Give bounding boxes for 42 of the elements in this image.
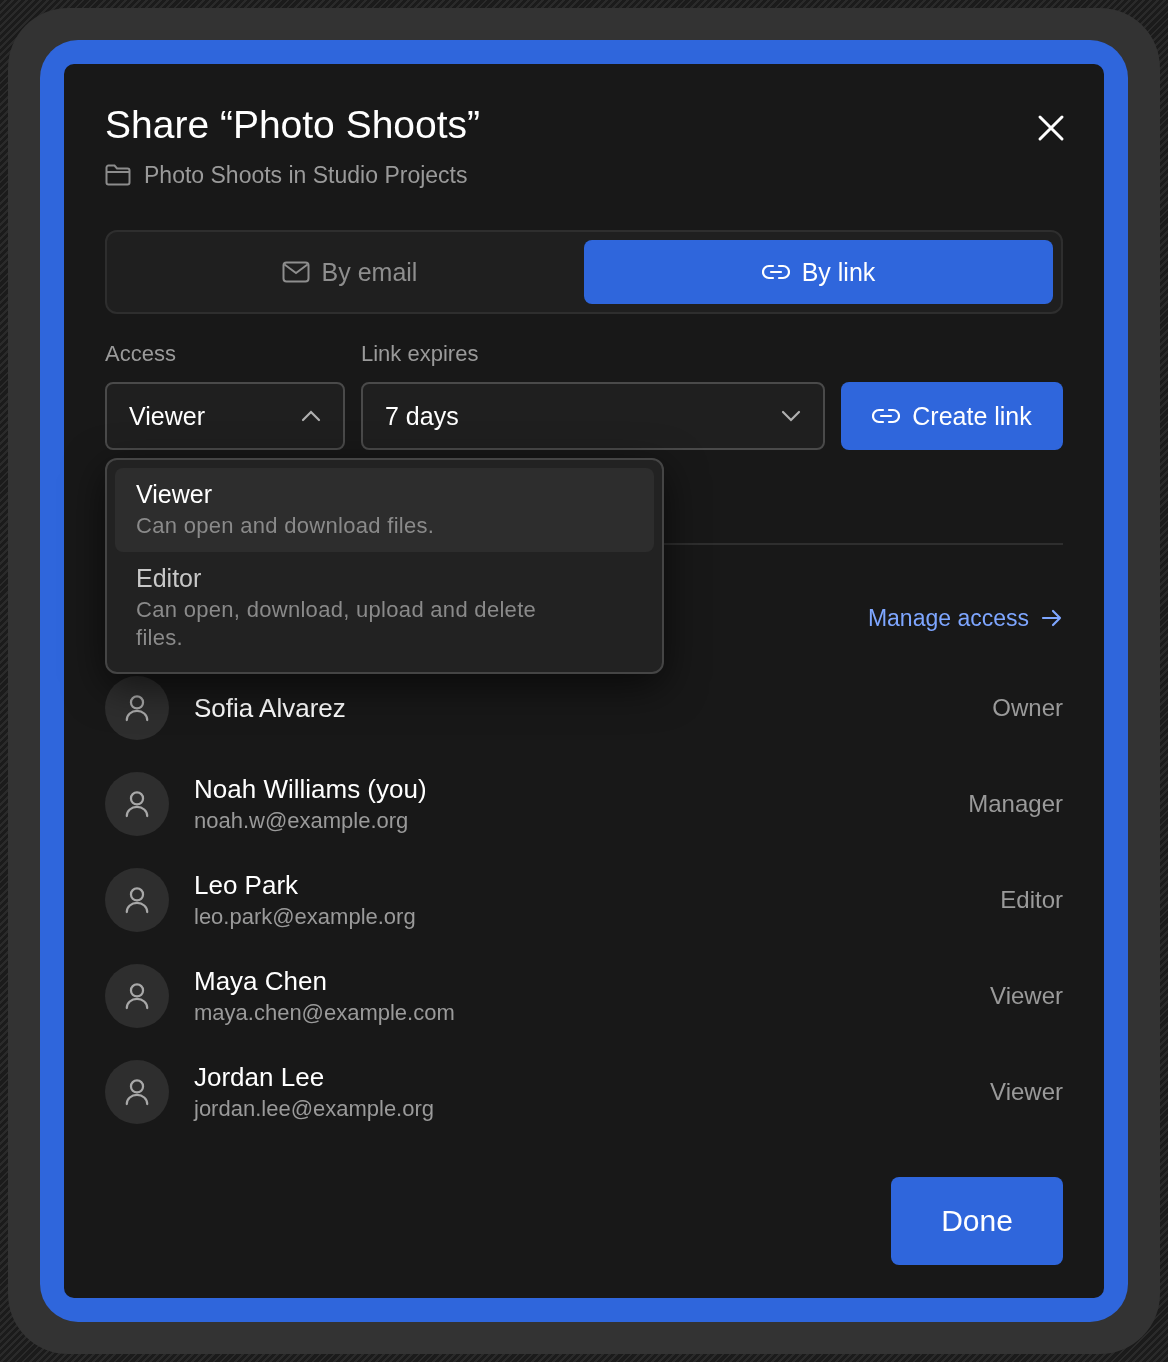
create-link-button[interactable]: Create link: [841, 382, 1063, 450]
folder-location: Photo Shoots in Studio Projects: [144, 161, 468, 190]
share-tab[interactable]: By email: [115, 240, 584, 304]
share-tab[interactable]: By link: [584, 240, 1053, 304]
done-button[interactable]: Done: [891, 1177, 1063, 1265]
mail-icon: [281, 261, 310, 283]
option-description: Can open and download files.: [136, 512, 436, 540]
person-icon: [124, 982, 150, 1010]
person-role: Manager: [968, 790, 1063, 818]
option-description: Can open, download, upload and delete files.: [136, 596, 538, 652]
person-name: Sofia Alvarez: [194, 692, 347, 725]
person-icon: [124, 886, 150, 914]
link-icon: [761, 264, 790, 280]
manage-access-link[interactable]: Manage access: [867, 603, 1063, 633]
close-icon[interactable]: [1037, 114, 1065, 142]
person-role: Owner: [992, 694, 1063, 722]
person-icon: [124, 790, 150, 818]
person-role: Editor: [1000, 886, 1063, 914]
person-role: Viewer: [990, 1078, 1063, 1106]
folder-icon: [105, 164, 131, 186]
person-email: maya.chen@example.com: [194, 999, 456, 1027]
field-label: Access: [105, 340, 177, 368]
dialog-title: Share “Photo Shoots”: [105, 102, 481, 148]
arrow-icon: [1041, 609, 1063, 627]
person-email: leo.park@example.org: [194, 903, 417, 931]
person-name: Maya Chen: [194, 965, 328, 998]
option-title: Viewer: [136, 479, 213, 510]
person-email: jordan.lee@example.org: [194, 1095, 436, 1123]
expiry-select[interactable]: 7 days: [361, 382, 825, 450]
menu-option[interactable]: Editor Can open, download, upload and delete files.: [115, 552, 654, 664]
menu-option[interactable]: Viewer Can open and download files.: [115, 468, 654, 552]
field-label: Link expires: [361, 340, 480, 368]
option-title: Editor: [136, 563, 203, 594]
person-role: Viewer: [990, 982, 1063, 1010]
person-name: Jordan Lee: [194, 1061, 326, 1094]
person-icon: [124, 1078, 150, 1106]
access-select[interactable]: Viewer: [105, 382, 345, 450]
person-email: noah.w@example.org: [194, 807, 410, 835]
person-name: Leo Park: [194, 869, 300, 902]
link-icon: [872, 408, 901, 424]
person-name: Noah Williams (you): [194, 773, 428, 806]
person-icon: [124, 694, 150, 722]
